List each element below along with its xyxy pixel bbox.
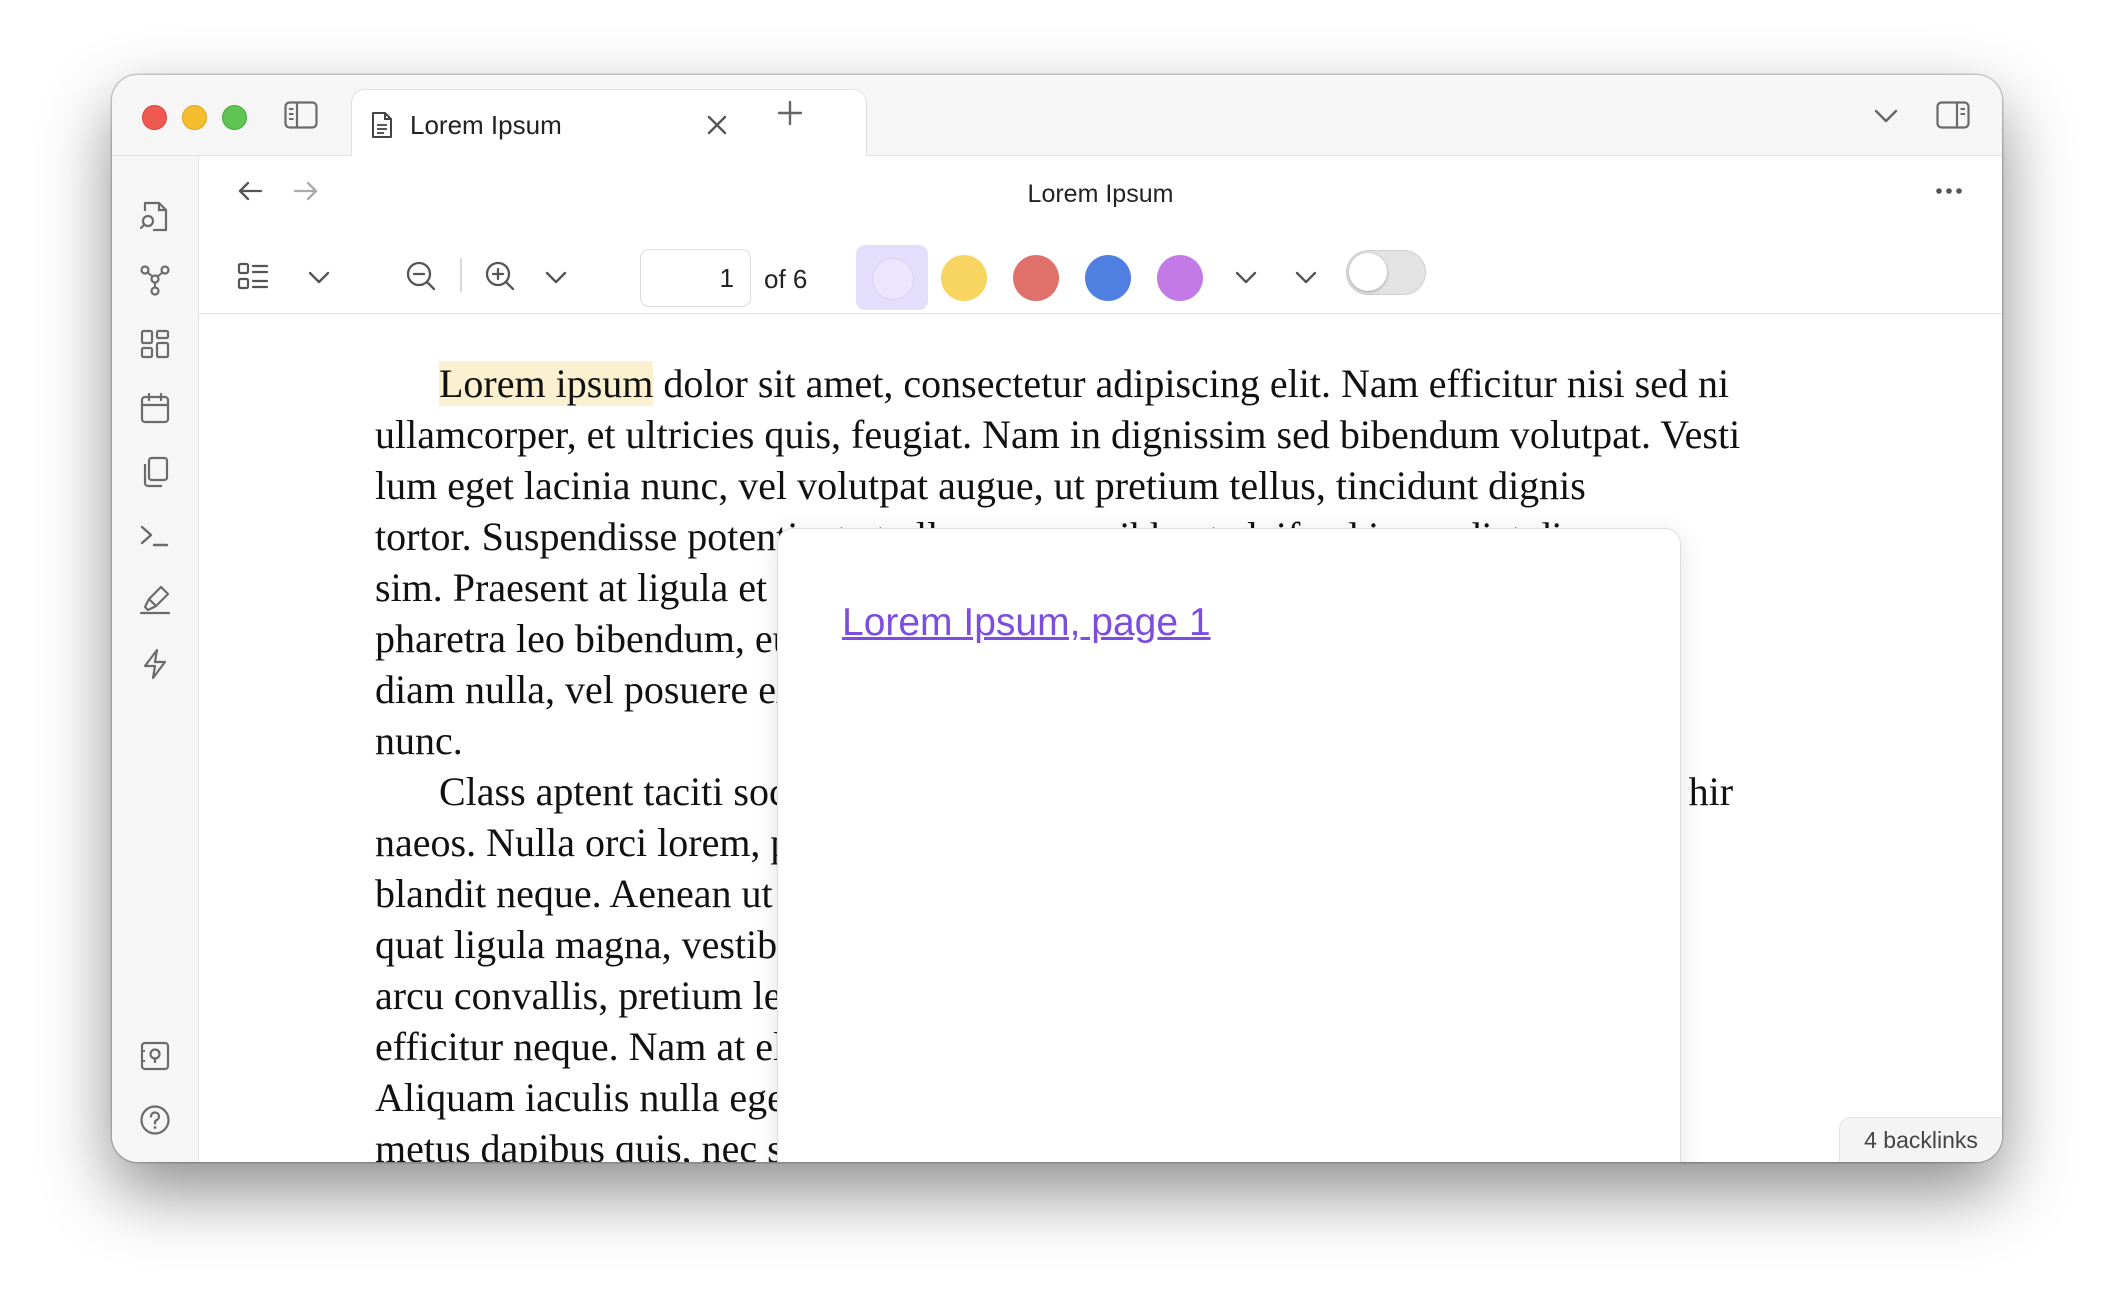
calendar-icon[interactable] bbox=[137, 390, 173, 426]
highlighter-icon[interactable] bbox=[137, 582, 173, 618]
text-line: Lorem ipsum dolor sit amet, consectetur … bbox=[439, 361, 1730, 406]
toolbar-toggle[interactable] bbox=[1346, 250, 1426, 295]
zoom-window-button[interactable] bbox=[222, 105, 247, 130]
highlighted-text[interactable]: Lorem ipsum bbox=[439, 361, 654, 406]
pdf-toolbar: of 6 bbox=[199, 226, 2002, 314]
chevron-down-icon[interactable] bbox=[539, 260, 573, 294]
graph-icon[interactable] bbox=[137, 262, 173, 298]
backlinks-status[interactable]: 4 backlinks bbox=[1839, 1117, 2002, 1162]
swatch-red[interactable] bbox=[1013, 255, 1059, 301]
left-ribbon bbox=[112, 156, 199, 1162]
page-number-input[interactable] bbox=[640, 249, 751, 307]
vault-icon[interactable] bbox=[137, 1038, 173, 1074]
terminal-icon[interactable] bbox=[137, 518, 173, 554]
help-icon[interactable] bbox=[137, 1102, 173, 1138]
swatch-none[interactable] bbox=[872, 258, 914, 300]
minimize-window-button[interactable] bbox=[182, 105, 207, 130]
copy-icon[interactable] bbox=[137, 454, 173, 490]
more-horizontal-icon[interactable] bbox=[1929, 174, 1969, 208]
zoom-out-icon[interactable] bbox=[401, 256, 441, 296]
text-line: ullamcorper, et ultricies quis, feugiat.… bbox=[375, 412, 1741, 457]
sidebar-left-icon[interactable] bbox=[282, 97, 320, 133]
hover-preview-popover: Lorem Ipsum, page 1 bbox=[777, 528, 1681, 1162]
chevron-down-icon[interactable] bbox=[1229, 260, 1263, 294]
sidebar-right-icon[interactable] bbox=[1934, 97, 1972, 133]
close-icon[interactable] bbox=[702, 110, 732, 140]
lightning-icon[interactable] bbox=[137, 646, 173, 682]
close-window-button[interactable] bbox=[142, 105, 167, 130]
chevron-down-icon[interactable] bbox=[1869, 99, 1903, 133]
view-header: Lorem Ipsum bbox=[199, 156, 2002, 226]
plus-icon[interactable] bbox=[772, 95, 808, 131]
app-window: Lorem Ipsum Lorem Ipsum 1 of 6 Lorem ips… bbox=[112, 75, 2002, 1162]
swatch-purple[interactable] bbox=[1157, 255, 1203, 301]
grid-icon[interactable] bbox=[137, 326, 173, 362]
text-line: lum eget lacinia nunc, vel volutpat augu… bbox=[375, 463, 1586, 508]
backlink-link[interactable]: Lorem Ipsum, page 1 bbox=[842, 601, 1211, 645]
zoom-in-icon[interactable] bbox=[480, 256, 520, 296]
chevron-down-icon[interactable] bbox=[1289, 260, 1323, 294]
file-search-icon[interactable] bbox=[137, 198, 173, 234]
page-count: of 6 bbox=[764, 264, 808, 294]
tab-title: Lorem Ipsum bbox=[410, 110, 562, 140]
file-icon bbox=[368, 110, 396, 140]
chevron-down-icon[interactable] bbox=[302, 260, 336, 294]
toolbar-divider bbox=[460, 258, 462, 292]
view-title: Lorem Ipsum bbox=[1027, 180, 1174, 208]
swatch-blue[interactable] bbox=[1085, 255, 1131, 301]
title-bar: Lorem Ipsum bbox=[112, 75, 2002, 158]
toggle-knob bbox=[1349, 253, 1387, 291]
sidebar-thumbnails-icon[interactable] bbox=[233, 256, 273, 296]
swatch-yellow[interactable] bbox=[941, 255, 987, 301]
